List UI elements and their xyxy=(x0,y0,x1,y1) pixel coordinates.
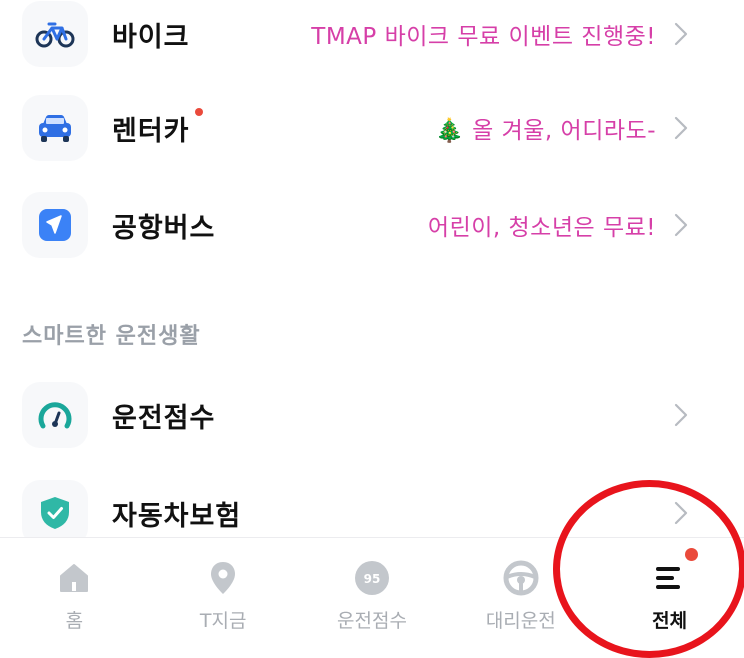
menu-row-driving-score[interactable]: 운전점수 xyxy=(0,375,744,455)
chevron-right-icon xyxy=(674,213,688,237)
car-icon-tile xyxy=(22,95,88,161)
speedometer-icon xyxy=(38,402,72,429)
menu-row-airportbus[interactable]: 공항버스 어린이, 청소년은 무료! xyxy=(0,185,744,265)
tab-designated-driver[interactable]: 대리운전 xyxy=(446,538,595,645)
tab-home[interactable]: 홈 xyxy=(0,538,149,645)
chevron-right-icon xyxy=(674,403,688,427)
bike-icon xyxy=(35,22,75,48)
chevron-right-icon xyxy=(674,501,688,525)
airplane-icon-tile xyxy=(22,192,88,258)
promo-text: 🎄 올 겨울, 어디라도- xyxy=(435,118,656,144)
tab-label: 전체 xyxy=(652,610,688,632)
row-title: 렌터카 xyxy=(112,115,190,147)
tab-t-now[interactable]: T지금 xyxy=(149,538,298,645)
tab-label: 운전점수 xyxy=(337,610,407,632)
steering-wheel-icon xyxy=(501,558,541,598)
tab-driving-score[interactable]: 95 운전점수 xyxy=(298,538,447,645)
menu-row-rentalcar[interactable]: 렌터카 🎄 올 겨울, 어디라도- xyxy=(0,88,744,168)
speedometer-icon-tile xyxy=(22,382,88,448)
section-title: 스마트한 운전생활 xyxy=(22,324,201,349)
row-title: 자동차보험 xyxy=(112,500,242,532)
tab-all[interactable]: 전체 xyxy=(595,538,744,645)
bike-icon-tile xyxy=(22,1,88,67)
score-gauge-icon: 95 xyxy=(352,558,392,598)
location-pin-icon xyxy=(203,558,243,598)
airplane-icon xyxy=(39,209,71,241)
row-title: 바이크 xyxy=(112,21,190,53)
car-icon xyxy=(39,115,71,142)
tab-label: 홈 xyxy=(65,610,84,632)
row-title: 공항버스 xyxy=(112,212,216,244)
home-icon xyxy=(54,558,94,598)
menu-row-bike[interactable]: 바이크 TMAP 바이크 무료 이벤트 진행중! xyxy=(0,0,744,74)
promo-text: 어린이, 청소년은 무료! xyxy=(427,215,656,241)
new-badge-dot xyxy=(195,108,203,116)
score-gauge-value: 95 xyxy=(364,572,381,586)
row-title: 운전점수 xyxy=(112,402,216,434)
chevron-right-icon xyxy=(674,22,688,46)
notification-dot xyxy=(685,548,699,561)
bottom-tab-bar: 홈 T지금 95 운전점수 대리운전 전체 xyxy=(0,537,744,645)
shield-check-icon xyxy=(41,497,69,529)
tab-label: 대리운전 xyxy=(485,610,556,632)
promo-text: TMAP 바이크 무료 이벤트 진행중! xyxy=(311,24,656,50)
menu-icon xyxy=(650,558,690,598)
chevron-right-icon xyxy=(674,116,688,140)
tab-label: T지금 xyxy=(199,610,247,632)
